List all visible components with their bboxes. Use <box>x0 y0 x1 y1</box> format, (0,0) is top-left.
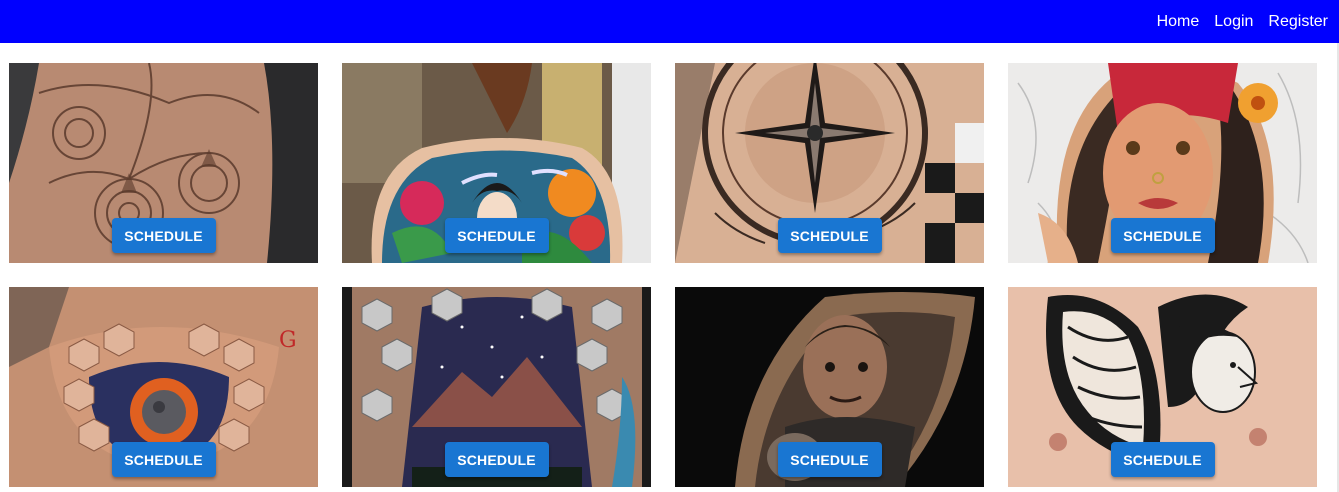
schedule-button[interactable]: SCHEDULE <box>444 442 549 477</box>
schedule-button[interactable]: SCHEDULE <box>444 218 549 253</box>
gallery-card: SCHEDULE <box>675 63 984 263</box>
gallery-card: SCHEDULE <box>675 287 984 487</box>
top-navbar: Home Login Register <box>0 0 1339 43</box>
schedule-button[interactable]: SCHEDULE <box>777 442 882 477</box>
schedule-button[interactable]: SCHEDULE <box>1110 442 1215 477</box>
nav-login-link[interactable]: Login <box>1214 12 1253 32</box>
gallery-card: SCHEDULE <box>1008 287 1317 487</box>
nav-register-link[interactable]: Register <box>1268 12 1328 32</box>
gallery-card: SCHEDULE <box>9 63 318 263</box>
gallery-card: G SCHEDULE <box>9 287 318 487</box>
tattoo-gallery-grid: SCHEDULE SCHEDULE SCHEDULE SCHEDULE G SC… <box>9 63 1317 487</box>
svg-text:G: G <box>279 328 297 353</box>
gallery-card: SCHEDULE <box>1008 63 1317 263</box>
schedule-button[interactable]: SCHEDULE <box>111 442 216 477</box>
gallery-card: SCHEDULE <box>342 287 651 487</box>
schedule-button[interactable]: SCHEDULE <box>111 218 216 253</box>
schedule-button[interactable]: SCHEDULE <box>1110 218 1215 253</box>
gallery-card: SCHEDULE <box>342 63 651 263</box>
schedule-button[interactable]: SCHEDULE <box>777 218 882 253</box>
nav-home-link[interactable]: Home <box>1157 12 1200 32</box>
